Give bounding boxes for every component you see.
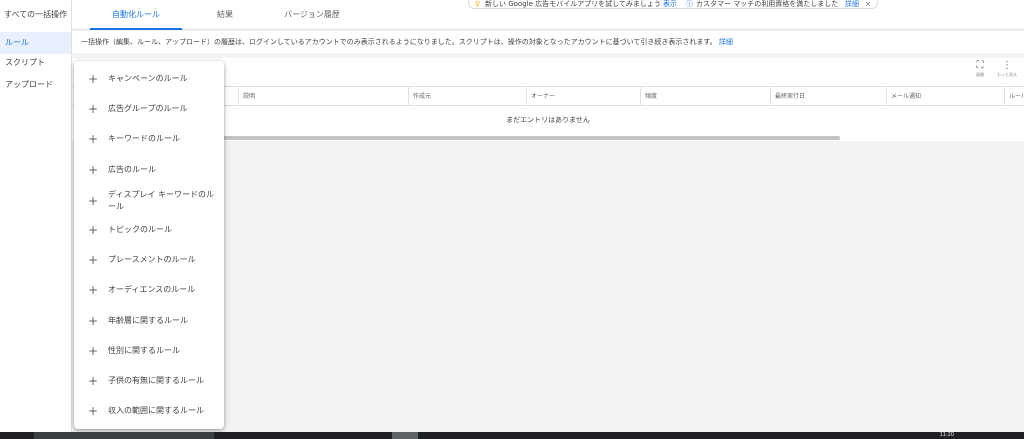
menu-item-ad-rule[interactable]: + 広告のルール	[74, 155, 224, 185]
taskbar-app[interactable]	[392, 432, 418, 439]
horizontal-scrollbar[interactable]	[192, 136, 840, 140]
menu-item-label: 広告グループのルール	[108, 104, 188, 113]
info-icon: ⓘ	[686, 0, 693, 8]
notification-details-link[interactable]: 詳細	[845, 0, 859, 8]
menu-item-label: ディスプレイ キーワードのルール	[108, 190, 214, 211]
more-vert-icon: ⋮	[1002, 60, 1012, 71]
plus-icon: +	[88, 283, 99, 297]
menu-item-label: キャンペーンのルール	[108, 74, 188, 83]
expand-button[interactable]: ⛶ 展開	[967, 60, 993, 82]
plus-icon: +	[88, 102, 99, 116]
menu-item-audience-rule[interactable]: + オーディエンスのルール	[74, 275, 224, 305]
plus-icon: +	[88, 404, 99, 418]
sidebar-item-uploads[interactable]: アップロード	[0, 74, 71, 96]
sidebar-item-rules[interactable]: ルール	[0, 32, 71, 54]
lightbulb-icon: ♀	[475, 0, 481, 8]
column-header-email[interactable]: メール通知	[886, 87, 1004, 106]
menu-item-adgroup-rule[interactable]: + 広告グループのルール	[74, 94, 224, 124]
menu-item-label: 広告のルール	[108, 165, 156, 174]
menu-item-placement-rule[interactable]: + プレースメントのルール	[74, 245, 224, 275]
menu-item-topic-rule[interactable]: + トピックのルール	[74, 215, 224, 245]
column-header-frequency[interactable]: 頻度	[640, 87, 770, 106]
info-banner: 一括操作（編集、ルール、アップロード）の履歴は、ログインしているアカウントでのみ…	[72, 31, 1024, 53]
expand-label: 展開	[976, 72, 984, 77]
menu-item-display-keyword-rule[interactable]: + ディスプレイ キーワードのルール	[74, 185, 224, 217]
menu-item-gender-rule[interactable]: + 性別に関するルール	[74, 336, 224, 366]
plus-icon: +	[88, 163, 99, 177]
more-label: もっと見る	[997, 72, 1017, 77]
notification-message-app: 新しい Google 広告モバイルアプリを試してみましょう	[485, 0, 661, 8]
menu-item-label: トピックのルール	[108, 225, 172, 234]
menu-item-income-rule[interactable]: + 収入の範囲に関するルール	[74, 396, 224, 426]
column-header-created-by[interactable]: 作成元	[408, 87, 526, 106]
plus-icon: +	[88, 194, 99, 208]
tab-automated-rules[interactable]: 自動化ルール	[90, 0, 182, 30]
info-details-link[interactable]: 詳細	[719, 38, 733, 46]
close-icon[interactable]: ×	[865, 0, 871, 8]
menu-item-label: オーディエンスのルール	[108, 285, 196, 294]
taskbar-app[interactable]	[34, 432, 214, 439]
menu-item-label: 収入の範囲に関するルール	[108, 406, 204, 415]
plus-icon: +	[88, 72, 99, 86]
menu-item-label: 性別に関するルール	[108, 346, 180, 355]
plus-icon: +	[88, 132, 99, 146]
create-rule-menu: + キャンペーンのルール + 広告グループのルール + キーワードのルール + …	[74, 61, 224, 429]
taskbar-clock: 11:20	[939, 432, 954, 438]
more-button[interactable]: ⋮ もっと見る	[994, 60, 1020, 82]
sidebar-item-scripts[interactable]: スクリプト	[0, 52, 71, 74]
menu-item-label: プレースメントのルール	[108, 255, 196, 264]
column-header-last-run[interactable]: 最終実行日	[770, 87, 886, 106]
tab-results[interactable]: 結果	[200, 0, 250, 30]
all-bulk-actions-link[interactable]: すべての一括操作	[4, 9, 67, 20]
info-text: 一括操作（編集、ルール、アップロード）の履歴は、ログインしているアカウントでのみ…	[81, 38, 717, 46]
left-nav: すべての一括操作 ルール スクリプト アップロード	[0, 0, 72, 432]
column-header-owner[interactable]: オーナー	[526, 87, 640, 106]
os-taskbar: 11:20	[0, 432, 1024, 439]
notification-message-match: カスタマー マッチの利用資格を満たしました	[696, 0, 839, 8]
column-header-description[interactable]: 説明	[238, 87, 408, 106]
tab-version-history[interactable]: バージョン履歴	[272, 0, 352, 30]
menu-item-parental-rule[interactable]: + 子供の有無に関するルール	[74, 366, 224, 396]
plus-icon: +	[88, 223, 99, 237]
menu-item-campaign-rule[interactable]: + キャンペーンのルール	[74, 64, 224, 94]
column-header-rule[interactable]: ルール	[1004, 87, 1024, 106]
notification-bar: ♀ 新しい Google 広告モバイルアプリを試してみましょう 表示 ⓘ カスタ…	[468, 0, 878, 9]
notification-show-link[interactable]: 表示	[663, 0, 677, 8]
menu-item-age-rule[interactable]: + 年齢層に関するルール	[74, 306, 224, 336]
plus-icon: +	[88, 253, 99, 267]
menu-item-keyword-rule[interactable]: + キーワードのルール	[74, 124, 224, 154]
plus-icon: +	[88, 344, 99, 358]
menu-item-label: 子供の有無に関するルール	[108, 376, 204, 385]
fullscreen-icon: ⛶	[976, 60, 984, 71]
plus-icon: +	[88, 314, 99, 328]
menu-item-label: キーワードのルール	[108, 134, 180, 143]
menu-item-label: 年齢層に関するルール	[108, 316, 188, 325]
plus-icon: +	[88, 374, 99, 388]
